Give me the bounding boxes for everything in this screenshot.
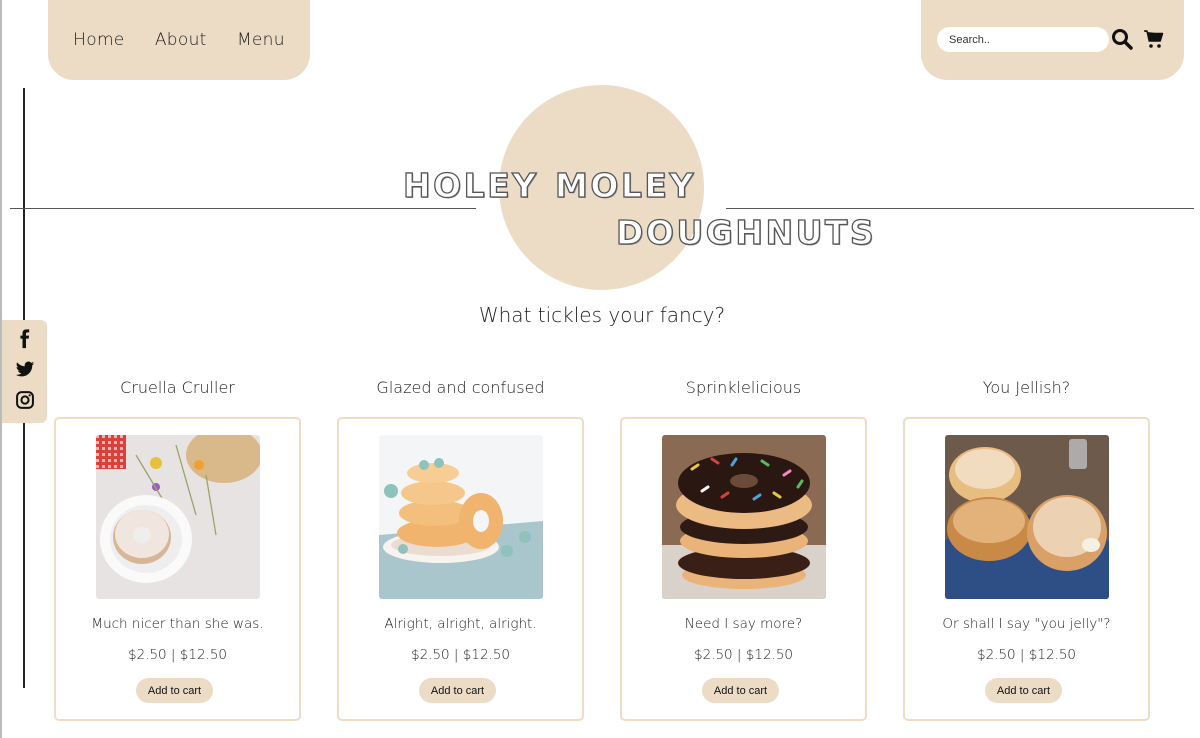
product-price: $2.50 | $12.50 <box>693 647 793 663</box>
product-card: Need I say more? $2.50 | $12.50 Add to c… <box>620 417 867 721</box>
product-title: Cruella Cruller <box>120 378 235 397</box>
product-description: Much nicer than she was. <box>91 616 264 632</box>
nav-home-link[interactable]: Home <box>73 30 124 50</box>
facebook-icon[interactable] <box>15 329 35 353</box>
product-title: You Jellish? <box>982 378 1071 397</box>
product-image[interactable] <box>96 435 260 599</box>
brand-word-moley: MOLEY <box>554 165 696 205</box>
brand-word-doughnuts: DOUGHNUTS <box>615 212 877 252</box>
product-title: Sprinklelicious <box>685 378 802 397</box>
product-image[interactable] <box>662 435 826 599</box>
product-card: Much nicer than she was. $2.50 | $12.50 … <box>54 417 301 721</box>
cart-icon[interactable] <box>1142 27 1166 51</box>
search-icon[interactable] <box>1110 27 1134 51</box>
product-description: Need I say more? <box>684 616 803 632</box>
product-image[interactable] <box>379 435 543 599</box>
add-to-cart-button[interactable]: Add to cart <box>136 678 213 703</box>
page: Home About Menu HOLEY MOLEY DOUGHNUTS Wh… <box>0 0 1200 738</box>
product-description: Alright, alright, alright. <box>384 616 537 632</box>
product-price: $2.50 | $12.50 <box>127 647 227 663</box>
twitter-icon[interactable] <box>15 359 35 383</box>
product-image[interactable] <box>945 435 1109 599</box>
page-tagline: What tickles your fancy? <box>478 303 726 327</box>
brand-word-holey: HOLEY <box>402 165 539 205</box>
add-to-cart-button[interactable]: Add to cart <box>419 678 496 703</box>
product-price: $2.50 | $12.50 <box>976 647 1076 663</box>
add-to-cart-button[interactable]: Add to cart <box>985 678 1062 703</box>
product-description: Or shall I say "you jelly"? <box>942 616 1111 632</box>
search-toolbar <box>921 0 1184 80</box>
nav-about-link[interactable]: About <box>155 30 207 50</box>
main-nav: Home About Menu <box>48 0 310 80</box>
decorative-horizontal-line-right <box>726 208 1194 209</box>
nav-menu-link[interactable]: Menu <box>237 30 285 50</box>
product-item: Glazed and confused Alright, alright, al… <box>337 378 584 721</box>
product-item: Cruella Cruller Much nicer than she was.… <box>54 378 301 721</box>
search-input[interactable] <box>937 27 1109 52</box>
instagram-icon[interactable] <box>15 390 35 414</box>
decorative-horizontal-line-left <box>10 208 476 209</box>
product-item: Sprinklelicious Need I say more? $2.50 |… <box>620 378 867 721</box>
product-price: $2.50 | $12.50 <box>410 647 510 663</box>
product-card: Or shall I say "you jelly"? $2.50 | $12.… <box>903 417 1150 721</box>
add-to-cart-button[interactable]: Add to cart <box>702 678 779 703</box>
product-title: Glazed and confused <box>376 378 545 397</box>
social-bar <box>2 320 47 423</box>
product-item: You Jellish? Or shall I say "you jelly"?… <box>903 378 1150 721</box>
product-card: Alright, alright, alright. $2.50 | $12.5… <box>337 417 584 721</box>
